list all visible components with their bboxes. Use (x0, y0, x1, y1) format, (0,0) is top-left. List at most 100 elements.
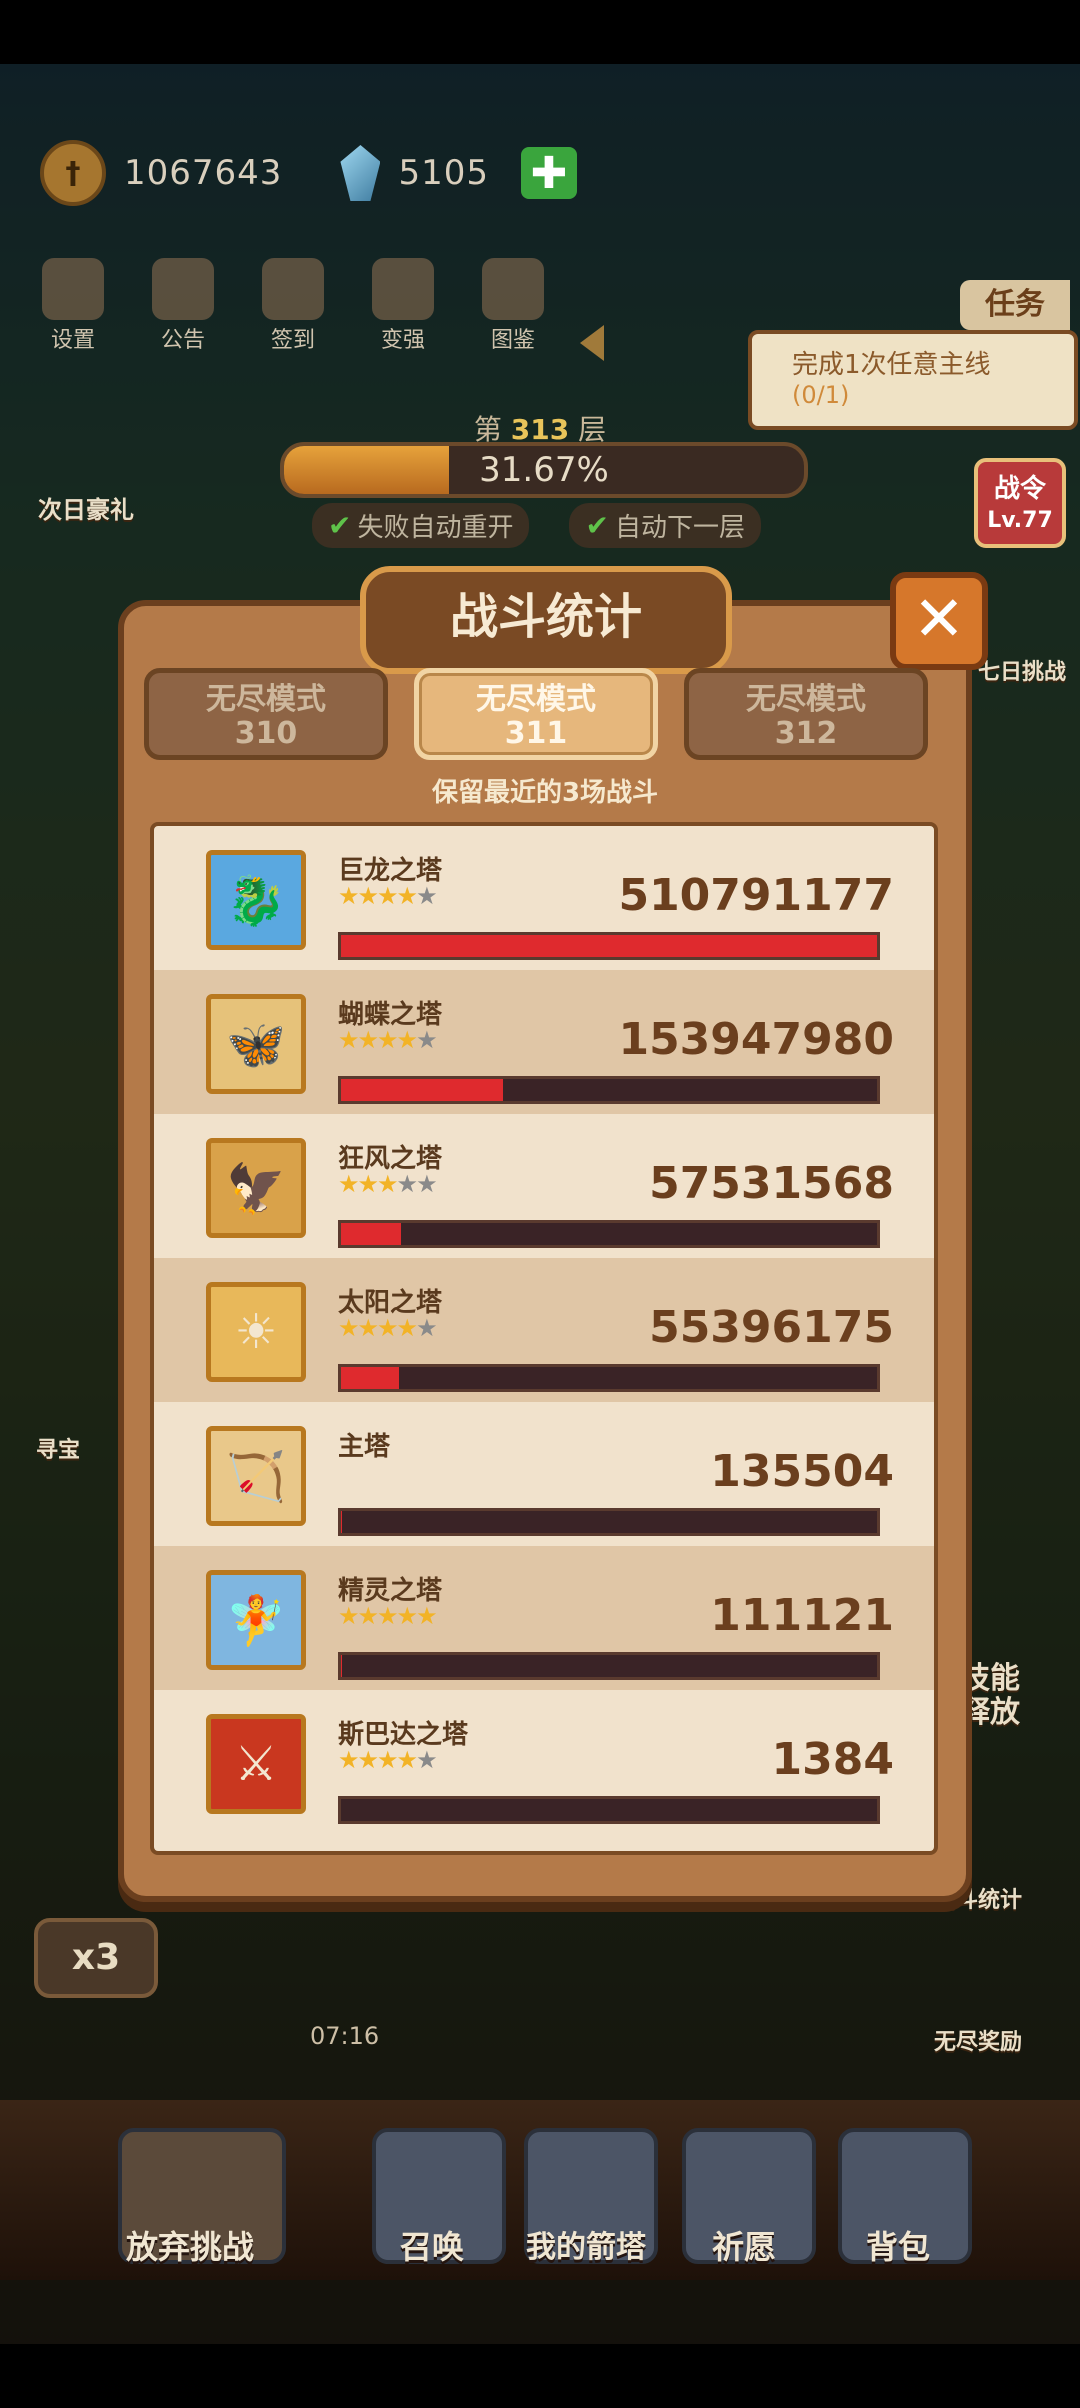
next-day-gift-button[interactable]: 次日豪礼 (38, 490, 134, 525)
list-item: ☀ 太阳之塔 55396175 ★★★★★ (154, 1258, 934, 1402)
tab-endless-311[interactable]: 无尽模式 311 (414, 668, 658, 760)
damage-value: 55396175 (649, 1302, 894, 1353)
coin-icon: † (40, 140, 106, 206)
coin-count: 1067643 (124, 153, 283, 193)
star-icon: ★ (338, 1026, 359, 1054)
damage-bar-fill (341, 1079, 503, 1101)
star-icon: ★ (416, 1746, 437, 1774)
star-icon: ★ (377, 1602, 398, 1630)
top-menu: 设置 公告 签到 变强 图鉴 (30, 258, 556, 354)
endless-reward-button[interactable]: 无尽奖励 (934, 2024, 1022, 2056)
panel-title: 战斗统计 (360, 566, 732, 674)
codex-button[interactable]: 图鉴 (470, 258, 556, 354)
star-rating: ★★★★★ (338, 1602, 438, 1630)
damage-bar (338, 1796, 880, 1824)
list-item: ⚔ 斯巴达之塔 1384 ★★★★★ (154, 1690, 934, 1834)
announcement-button[interactable]: 公告 (140, 258, 226, 354)
star-icon: ★ (338, 1170, 359, 1198)
battle-pass-button[interactable]: 战令 Lv.77 (974, 458, 1066, 548)
star-icon: ★ (377, 1026, 398, 1054)
signin-button[interactable]: 签到 (250, 258, 336, 354)
tab-endless-310[interactable]: 无尽模式 310 (144, 668, 388, 760)
wave-timer: 07:16 (310, 2022, 380, 2050)
damage-bar-fill (341, 1223, 402, 1245)
star-rating: ★★★★★ (338, 1314, 438, 1342)
list-item: 🏹 主塔 135504 (154, 1402, 934, 1546)
damage-value: 1384 (771, 1734, 894, 1785)
add-gems-button[interactable]: ✚ (520, 147, 577, 199)
star-rating: ★★★★★ (338, 1746, 438, 1774)
currency-bar: † 1067643 5105 ✚ (40, 140, 577, 206)
floor-progress-bar: 31.67% (280, 442, 808, 498)
collapse-arrow-icon[interactable] (580, 325, 604, 361)
star-rating: ★★★★★ (338, 1026, 438, 1054)
quest-progress: (0/1) (792, 381, 850, 409)
damage-bar (338, 1220, 880, 1248)
tower-name: 主塔 (338, 1432, 391, 1462)
list-item: 🧚 精灵之塔 111121 ★★★★★ (154, 1546, 934, 1690)
list-item: 🦅 狂风之塔 57531568 ★★★★★ (154, 1114, 934, 1258)
floor-progress-text: 31.67% (479, 450, 609, 490)
skill-release-button[interactable]: 技能释放 (960, 1662, 1040, 1730)
star-icon: ★ (416, 1026, 437, 1054)
gem-count: 5105 (398, 153, 489, 193)
seven-day-challenge-button[interactable]: 七日挑战 (978, 654, 1066, 686)
gem-icon (340, 145, 381, 201)
star-icon: ★ (357, 1314, 379, 1342)
list-item: 🐉 巨龙之塔 510791177 ★★★★★ (154, 826, 934, 970)
damage-value: 111121 (710, 1590, 894, 1641)
damage-bar (338, 932, 880, 960)
upgrade-button[interactable]: 变强 (360, 258, 446, 354)
star-icon: ★ (338, 1746, 359, 1774)
star-icon: ★ (377, 1170, 398, 1198)
star-icon: ★ (396, 1314, 418, 1342)
tower-avatar: 🦋 (206, 994, 306, 1094)
retention-note: 保留最近的3场战斗 (431, 778, 659, 808)
star-icon: ★ (377, 1314, 398, 1342)
star-icon: ★ (357, 1026, 379, 1054)
list-item: 🦋 蝴蝶之塔 153947980 ★★★★★ (154, 970, 934, 1114)
star-icon: ★ (377, 882, 398, 910)
damage-bar-fill (341, 935, 877, 957)
check-icon: ✔ (328, 509, 352, 542)
star-icon: ★ (396, 882, 418, 910)
damage-bar (338, 1364, 880, 1392)
damage-bar (338, 1508, 880, 1536)
star-icon: ★ (396, 1746, 418, 1774)
auto-next-toggle[interactable]: ✔ 自动下一层 (569, 503, 761, 548)
auto-restart-toggle[interactable]: ✔ 失败自动重开 (312, 503, 530, 548)
tower-avatar: 🏹 (206, 1426, 306, 1526)
give-up-label: 放弃挑战 (126, 2228, 255, 2266)
speed-button[interactable]: x3 (34, 1918, 158, 1998)
star-icon: ★ (396, 1602, 418, 1630)
feather-icon (262, 258, 324, 320)
fist-icon (372, 258, 434, 320)
summon-label: 召唤 (400, 2228, 465, 2266)
damage-value: 57531568 (649, 1158, 894, 1209)
gear-icon (42, 258, 104, 320)
star-icon: ★ (416, 1170, 437, 1198)
treasure-button[interactable]: 寻宝 (36, 1432, 80, 1464)
my-towers-label: 我的箭塔 (526, 2230, 646, 2265)
damage-bar (338, 1076, 880, 1104)
damage-value: 135504 (710, 1446, 894, 1497)
notice-icon (152, 258, 214, 320)
damage-value: 153947980 (618, 1014, 894, 1065)
settings-button[interactable]: 设置 (30, 258, 116, 354)
damage-list[interactable]: 🐉 巨龙之塔 510791177 ★★★★★ 🦋 蝴蝶之塔 153947980 ★★★★★ 🦅 狂… (150, 822, 938, 1855)
wish-label: 祈愿 (712, 2228, 777, 2266)
tower-avatar: 🦅 (206, 1138, 306, 1238)
quest-tab[interactable]: 任务 (960, 280, 1070, 330)
check-icon: ✔ (585, 509, 609, 542)
backpack-label: 背包 (866, 2228, 931, 2266)
damage-bar-fill (341, 1367, 400, 1389)
close-button[interactable]: ✕ (890, 572, 988, 670)
star-icon: ★ (338, 882, 359, 910)
star-icon: ★ (357, 1170, 379, 1198)
star-icon: ★ (396, 1170, 418, 1198)
auto-toggles: ✔ 失败自动重开 ✔ 自动下一层 (312, 503, 761, 548)
tab-endless-312[interactable]: 无尽模式 312 (684, 668, 928, 760)
damage-bar (338, 1652, 880, 1680)
book-icon (482, 258, 544, 320)
star-icon: ★ (416, 1602, 437, 1630)
